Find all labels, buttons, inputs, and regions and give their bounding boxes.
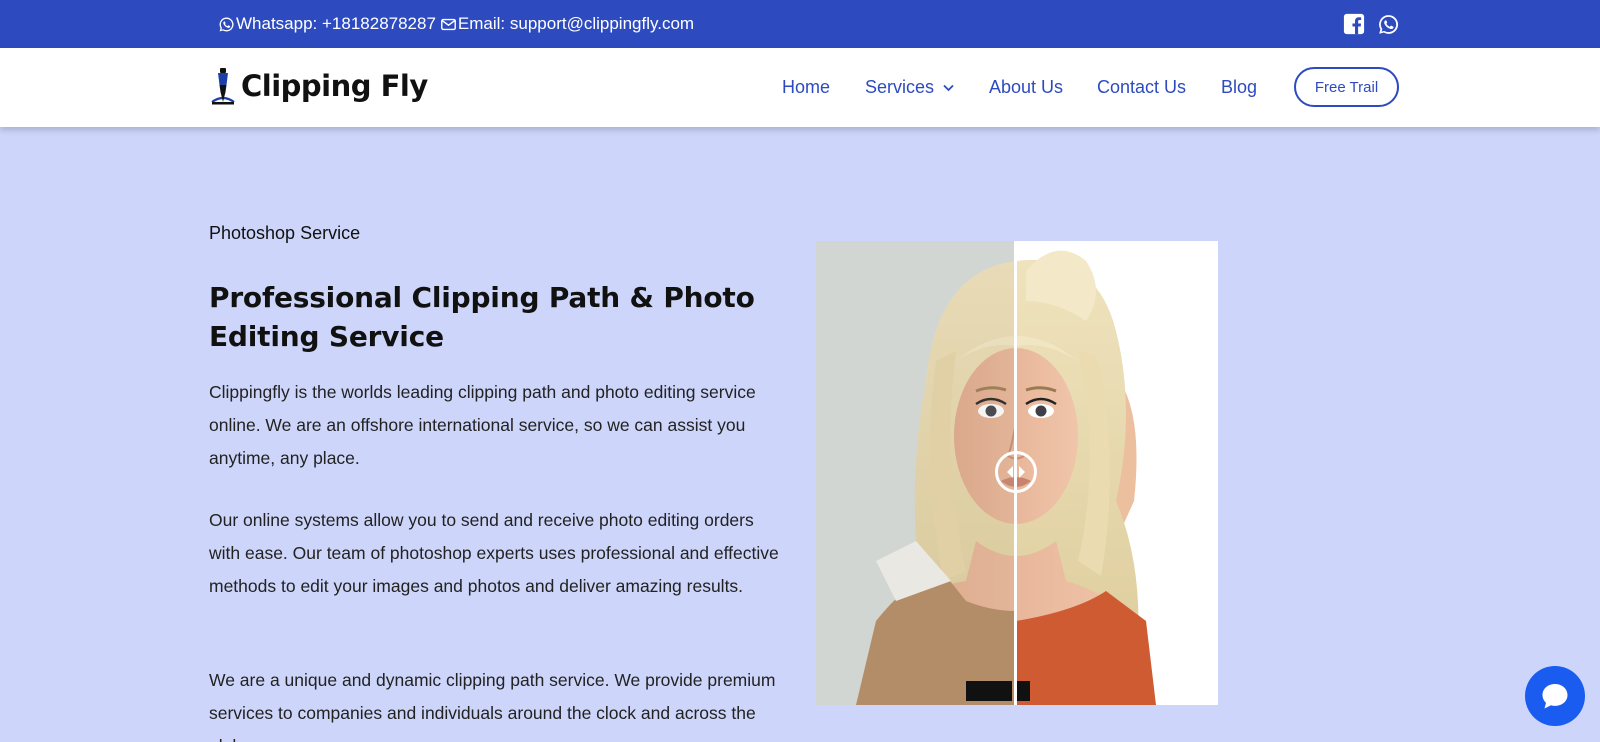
nav-services[interactable]: Services [865, 77, 954, 98]
site-logo[interactable]: Clipping Fly [207, 64, 428, 108]
facebook-square-icon[interactable] [1343, 13, 1365, 35]
top-contact-bar: Whatsapp: +18182878287 Email: support@cl… [0, 0, 1600, 48]
pen-logo-icon [207, 64, 239, 108]
envelope-icon [440, 16, 457, 33]
contact-info: Whatsapp: +18182878287 Email: support@cl… [218, 0, 694, 48]
email-address[interactable]: Email: support@clippingfly.com [458, 14, 694, 34]
section-eyebrow: Photoshop Service [209, 223, 361, 243]
nav-services-label: Services [865, 77, 935, 97]
page-title: Professional Clipping Path & Photo Editi… [209, 281, 755, 353]
chat-bubble-icon [1540, 681, 1570, 711]
live-chat-button[interactable] [1525, 666, 1585, 726]
whatsapp-social-icon[interactable] [1377, 13, 1400, 36]
left-right-arrows-icon [1006, 465, 1026, 479]
social-links [1343, 0, 1400, 48]
slider-handle[interactable] [995, 451, 1037, 493]
free-trial-button[interactable]: Free Trail [1294, 67, 1399, 107]
intro-paragraph-1: Clippingfly is the worlds leading clippi… [209, 382, 756, 468]
chevron-down-icon [943, 84, 954, 92]
intro-paragraph-2: Our online systems allow you to send and… [209, 510, 779, 596]
main-header: Clipping Fly Home Services About Us Cont… [0, 48, 1600, 127]
nav-contact-us[interactable]: Contact Us [1097, 77, 1186, 98]
logo-text: Clipping Fly [241, 69, 428, 103]
whatsapp-number[interactable]: Whatsapp: +18182878287 [236, 14, 436, 34]
intro-paragraph-3: We are a unique and dynamic clipping pat… [209, 670, 776, 742]
whatsapp-icon [218, 16, 235, 33]
before-after-slider[interactable] [816, 241, 1218, 705]
nav-about-us[interactable]: About Us [989, 77, 1063, 98]
nav-home[interactable]: Home [782, 77, 830, 98]
nav-blog[interactable]: Blog [1221, 77, 1257, 98]
